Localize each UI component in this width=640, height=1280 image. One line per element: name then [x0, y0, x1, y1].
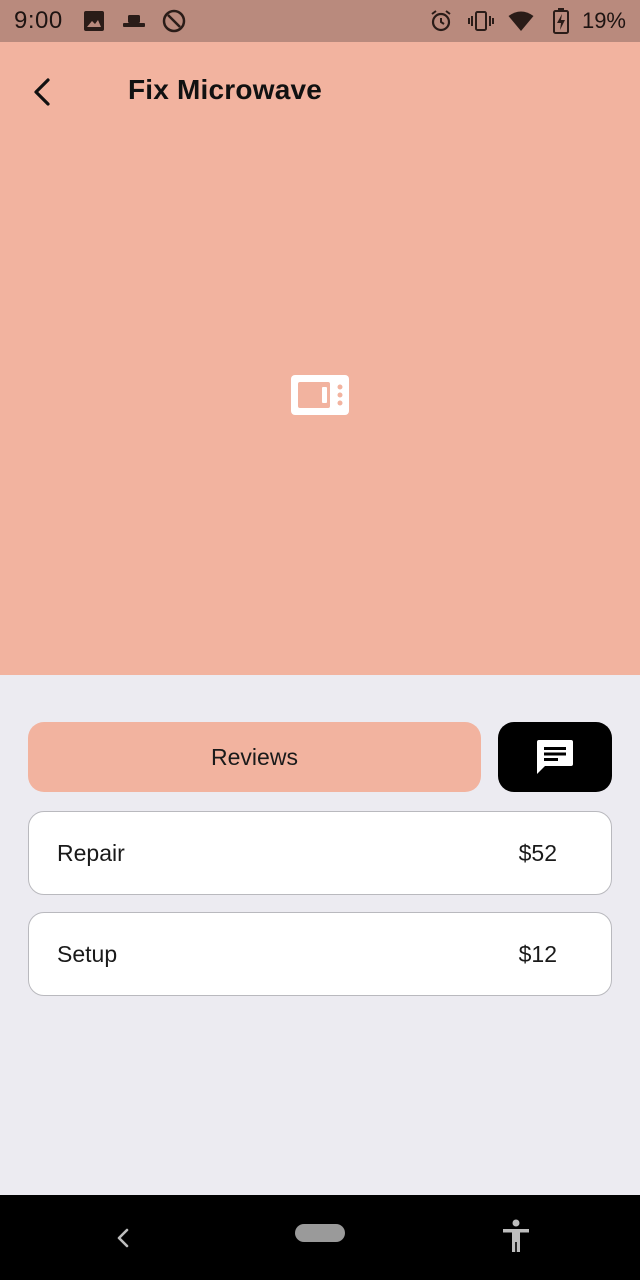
service-card-repair[interactable]: Repair $52	[28, 811, 612, 895]
system-nav-bar	[0, 1195, 640, 1280]
status-right-icons: 19%	[428, 8, 626, 34]
actions-row: Reviews	[28, 722, 612, 792]
status-left-icons	[81, 8, 187, 34]
back-button[interactable]	[22, 72, 62, 112]
reviews-button[interactable]: Reviews	[28, 722, 481, 792]
alarm-icon	[428, 8, 454, 34]
home-pill[interactable]	[295, 1224, 345, 1242]
battery-percent: 19%	[581, 8, 626, 33]
microwave-icon	[291, 375, 349, 415]
service-name: Setup	[57, 940, 118, 967]
service-card-setup[interactable]: Setup $12	[28, 912, 612, 996]
battery-charging-icon	[548, 8, 574, 34]
hero-banner: Fix Microwave	[0, 42, 640, 675]
service-price: $12	[518, 940, 557, 967]
hat-icon	[121, 8, 147, 34]
page-title: Fix Microwave	[128, 74, 323, 105]
back-arrow-icon	[34, 78, 50, 106]
nav-back-icon[interactable]	[110, 1225, 136, 1251]
image-icon	[81, 8, 107, 34]
wifi-icon	[508, 8, 534, 34]
service-price: $52	[518, 839, 557, 866]
do-not-disturb-icon	[161, 8, 187, 34]
chat-icon	[537, 740, 573, 774]
status-bar: 9:00 19%	[0, 0, 640, 42]
status-time: 9:00	[14, 7, 63, 34]
accessibility-icon[interactable]	[500, 1219, 532, 1253]
service-name: Repair	[57, 839, 125, 866]
vibrate-icon	[467, 8, 494, 34]
chat-button[interactable]	[498, 722, 612, 792]
